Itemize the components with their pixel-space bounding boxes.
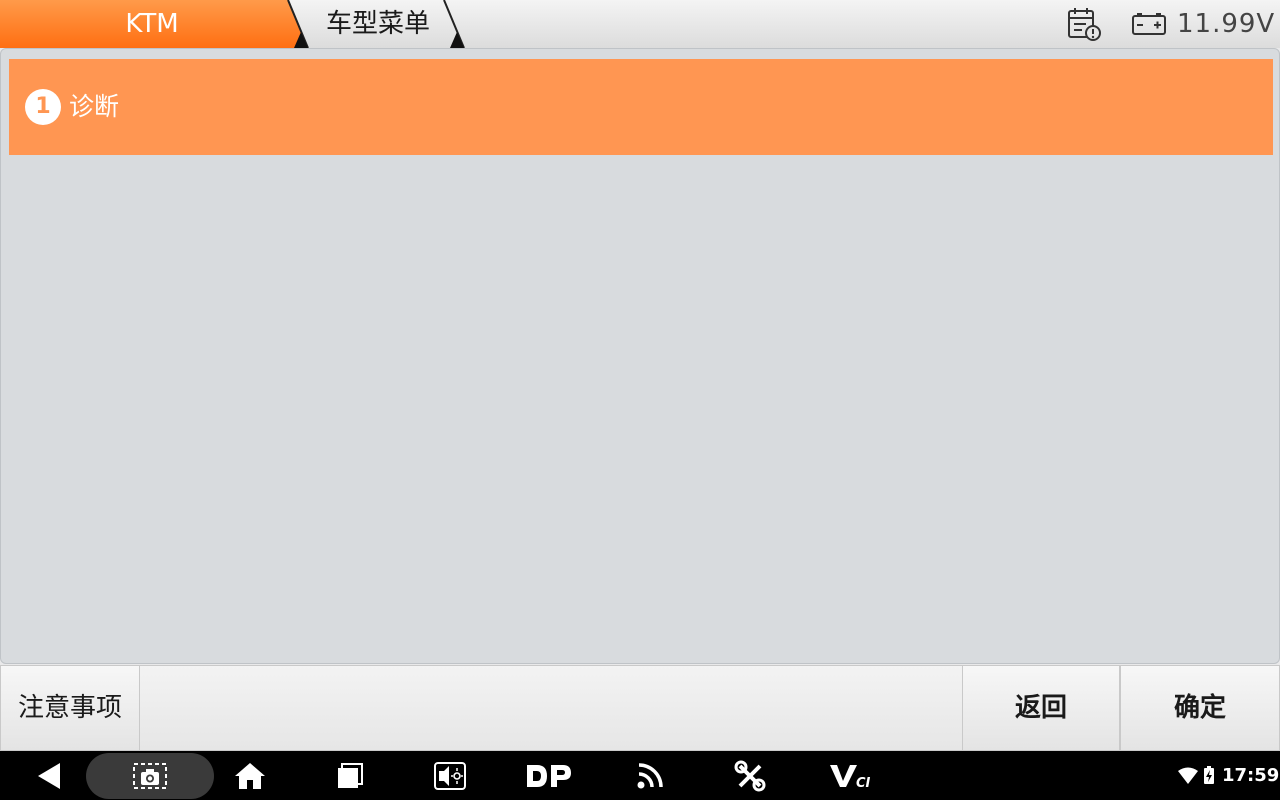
system-clock: 17:59 <box>1222 765 1280 786</box>
tools-icon[interactable] <box>730 751 770 800</box>
home-icon[interactable] <box>230 751 270 800</box>
top-bar: KTM 车型菜单 11.99V <box>0 0 1280 48</box>
feed-icon[interactable] <box>630 751 670 800</box>
back-icon[interactable] <box>28 751 68 800</box>
footer-spacer <box>140 665 962 751</box>
system-nav-bar: CI 17:59 <box>0 751 1280 800</box>
dp-icon[interactable] <box>524 751 574 800</box>
menu-panel: 1 诊断 <box>0 48 1280 664</box>
screenshot-icon[interactable] <box>130 751 170 800</box>
notes-button[interactable]: 注意事项 <box>0 665 140 751</box>
menu-item-diagnosis[interactable]: 1 诊断 <box>9 59 1273 155</box>
recents-icon[interactable] <box>330 751 370 800</box>
battery-voltage: 11.99V <box>1177 9 1276 39</box>
action-bar: 注意事项 返回 确定 <box>0 665 1280 751</box>
breadcrumb-item-brand[interactable]: KTM <box>0 0 310 48</box>
vci-icon[interactable]: CI <box>826 751 876 800</box>
wifi-icon <box>1178 767 1198 784</box>
battery-icon <box>1132 13 1166 35</box>
confirm-button[interactable]: 确定 <box>1120 665 1280 751</box>
svg-text:CI: CI <box>856 776 871 789</box>
battery-charging-icon <box>1204 766 1214 784</box>
calendar-alert-icon[interactable] <box>1066 6 1102 42</box>
item-number-badge: 1 <box>25 89 61 125</box>
menu-item-label: 诊断 <box>69 92 120 121</box>
brightness-icon[interactable] <box>430 751 470 800</box>
back-button[interactable]: 返回 <box>962 665 1120 751</box>
breadcrumb-item-vehicle-menu[interactable]: 车型菜单 <box>326 0 430 48</box>
